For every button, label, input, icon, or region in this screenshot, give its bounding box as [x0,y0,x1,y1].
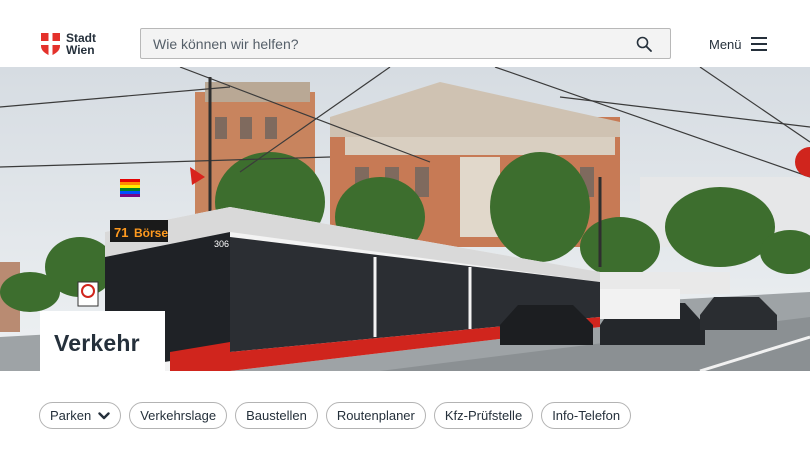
chevron-down-icon [98,411,110,419]
search-bar [140,28,671,59]
chip-kfz-pruefstelle[interactable]: Kfz-Prüfstelle [433,402,534,429]
logo-wordmark: Stadt Wien [66,32,96,56]
tram-route-display: 71 [114,225,128,240]
chip-label: Parken [50,408,92,423]
chip-parken[interactable]: Parken [39,402,122,429]
hero-image: 71 Börse 306 Verkehr [0,67,810,371]
rainbow-flag [120,179,140,197]
hamburger-icon [750,37,767,51]
stadt-wien-logo[interactable]: Stadt Wien [41,31,101,57]
chip-verkehrslage[interactable]: Verkehrslage [129,402,228,429]
tram-destination-display: Börse [134,226,168,240]
menu-label: Menü [709,36,742,52]
chip-label: Routenplaner [336,408,415,423]
quick-links: Parken Verkehrslage Baustellen Routenpla… [39,402,632,429]
chip-label: Baustellen [246,408,307,423]
page-title-box: Verkehr [40,311,165,371]
chip-label: Verkehrslage [140,408,217,423]
search-input[interactable] [141,29,626,58]
page-title: Verkehr [54,330,140,356]
traffic-sign [77,281,99,307]
menu-button[interactable]: Menü [709,33,767,55]
chip-routenplaner[interactable]: Routenplaner [325,402,426,429]
site-header: Stadt Wien Menü [0,0,810,67]
wien-shield-icon [41,32,60,56]
chip-baustellen[interactable]: Baustellen [235,402,318,429]
tram-fleet-number: 306 [214,239,229,249]
search-icon[interactable] [626,29,662,58]
chip-label: Info-Telefon [552,408,621,423]
chip-info-telefon[interactable]: Info-Telefon [541,402,632,429]
logo-line-2: Wien [66,43,95,57]
chip-label: Kfz-Prüfstelle [444,408,523,423]
